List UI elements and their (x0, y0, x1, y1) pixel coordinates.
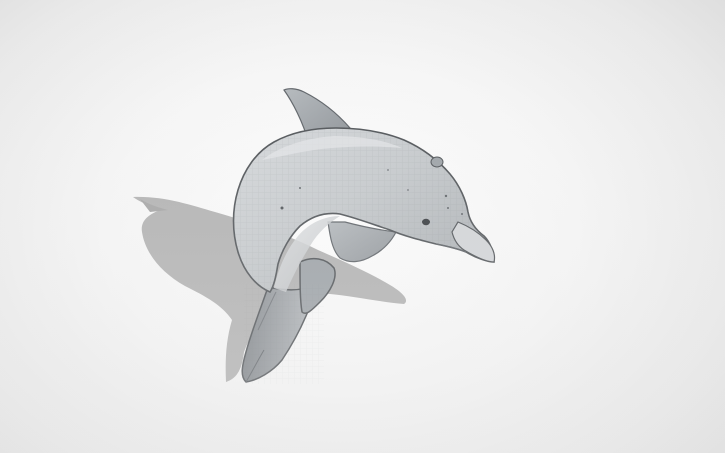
dolphin-eye-icon (422, 218, 430, 226)
dolphin-dorsal-fin (283, 88, 352, 135)
dolphin-body (232, 127, 496, 293)
dolphin-scene (133, 88, 496, 384)
3d-viewport[interactable] (0, 0, 725, 453)
